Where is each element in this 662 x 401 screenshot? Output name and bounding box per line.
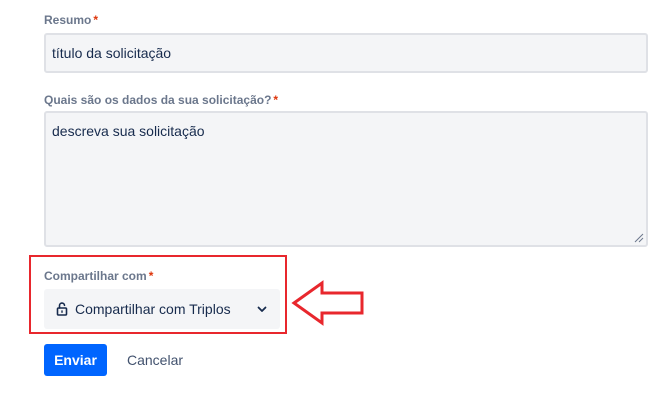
- summary-input[interactable]: título da solicitação: [44, 33, 648, 73]
- submit-button[interactable]: Enviar: [44, 344, 107, 376]
- arrow-left-icon: [291, 280, 364, 326]
- required-asterisk: *: [93, 13, 99, 27]
- share-select[interactable]: Compartilhar com Triplos: [44, 289, 280, 329]
- chevron-down-icon: [257, 306, 267, 312]
- share-select-value: Compartilhar com Triplos: [75, 301, 231, 317]
- summary-label: Resumo *: [44, 13, 99, 27]
- details-textarea[interactable]: descreva sua solicitação: [44, 111, 648, 247]
- cancel-button[interactable]: Cancelar: [119, 344, 191, 376]
- lock-open-icon: [56, 302, 68, 316]
- details-label: Quais são os dados da sua solicitação? *: [44, 93, 279, 107]
- required-asterisk: *: [148, 269, 154, 283]
- required-asterisk: *: [273, 93, 279, 107]
- resize-handle-icon[interactable]: [634, 233, 644, 243]
- details-text: descreva sua solicitação: [52, 123, 205, 139]
- share-label: Compartilhar com *: [44, 269, 154, 283]
